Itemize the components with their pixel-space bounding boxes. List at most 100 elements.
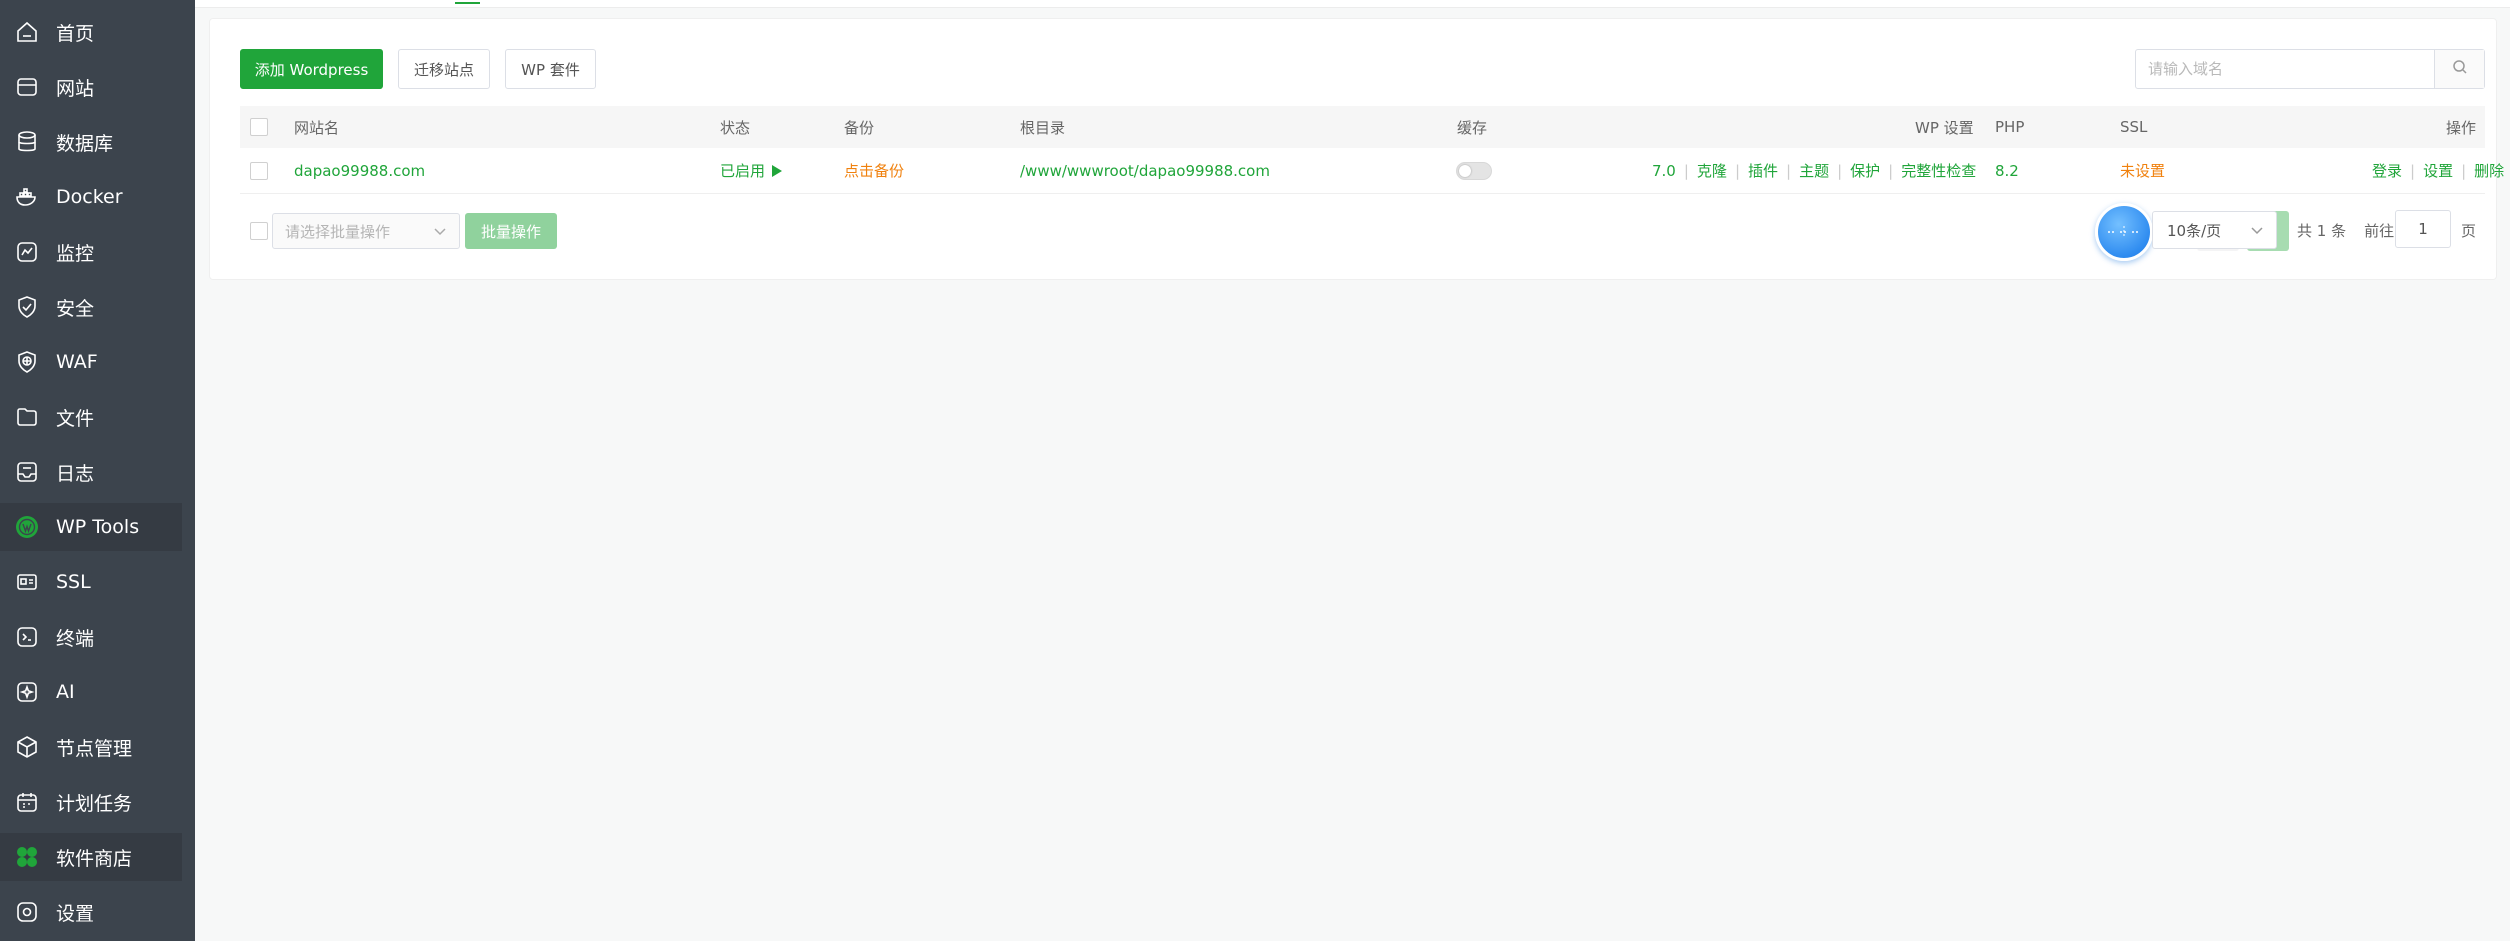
- batch-operation-button[interactable]: 批量操作: [465, 213, 557, 249]
- header-ssl[interactable]: SSL: [2120, 106, 2147, 148]
- play-icon: [771, 164, 783, 178]
- ssl-status-link[interactable]: 未设置: [2120, 148, 2165, 193]
- protect-link[interactable]: 保护: [1850, 160, 1880, 181]
- wordpress-icon: [14, 514, 40, 540]
- goto-label: 前往: [2364, 221, 2395, 240]
- cache-toggle[interactable]: [1456, 161, 1492, 180]
- sidebar-item-docker[interactable]: Docker: [0, 173, 182, 221]
- sidebar-item-nodes[interactable]: 节点管理: [0, 723, 182, 771]
- settings-link[interactable]: 设置: [2423, 160, 2453, 181]
- sidebar-item-website[interactable]: 网站: [0, 63, 182, 111]
- header-wp-settings: WP 设置: [1915, 118, 1974, 137]
- search-icon: [2452, 59, 2468, 80]
- sidebar-item-security[interactable]: 安全: [0, 283, 182, 331]
- sidebar-item-ssl[interactable]: SSL: [0, 558, 182, 606]
- sidebar-item-app-store[interactable]: 软件商店: [0, 833, 182, 881]
- sidebar: 首页 网站 数据库 Docker 监控 安全 WAF 文件 日志 WP Tool…: [0, 0, 195, 941]
- sidebar-item-label: 设置: [56, 902, 95, 925]
- floating-assistant-icon[interactable]: [2095, 203, 2153, 261]
- page-size-select[interactable]: 10条/页: [2152, 211, 2277, 249]
- sidebar-item-cron[interactable]: 计划任务: [0, 778, 182, 826]
- waf-icon: [14, 349, 40, 375]
- themes-link[interactable]: 主题: [1799, 160, 1829, 181]
- sidebar-item-label: Docker: [56, 186, 123, 208]
- header-site-name[interactable]: 网站名: [294, 106, 339, 148]
- active-tab-indicator: [455, 2, 480, 4]
- sidebar-item-label: WP Tools: [56, 516, 140, 538]
- sidebar-item-ai[interactable]: AI: [0, 668, 182, 716]
- sidebar-item-terminal[interactable]: 终端: [0, 613, 182, 661]
- chevron-down-icon: [2250, 223, 2264, 241]
- login-link[interactable]: 登录: [2372, 160, 2402, 181]
- header-cache: 缓存: [1457, 118, 1488, 137]
- footer-select-all-checkbox[interactable]: [250, 222, 268, 240]
- batch-select-placeholder: 请选择批量操作: [285, 222, 391, 241]
- plugins-link[interactable]: 插件: [1748, 160, 1778, 181]
- sidebar-item-label: AI: [56, 681, 75, 703]
- total-count-label: 共 1 条: [2297, 221, 2347, 240]
- row-checkbox[interactable]: [250, 161, 268, 180]
- sidebar-item-label: 安全: [56, 297, 95, 320]
- sidebar-item-label: 文件: [56, 407, 95, 430]
- sidebar-item-waf[interactable]: WAF: [0, 338, 182, 386]
- select-all-checkbox[interactable]: [250, 118, 268, 136]
- page-unit-label: 页: [2461, 221, 2477, 240]
- sidebar-item-label: 计划任务: [56, 792, 133, 815]
- table-row: dapao99988.com 已启用 点击备份 /www/wwwroot/dap…: [240, 148, 2504, 194]
- folder-icon: [14, 404, 40, 430]
- php-version-link[interactable]: 8.2: [1995, 148, 2019, 193]
- sidebar-item-home[interactable]: 首页: [0, 8, 182, 56]
- globe-icon: [14, 74, 40, 100]
- header-php[interactable]: PHP: [1995, 106, 2024, 148]
- log-icon: [14, 459, 40, 485]
- row-actions: 登录 | 设置 | 删除: [2372, 160, 2505, 181]
- calendar-icon: [14, 789, 40, 815]
- search-button[interactable]: [2434, 50, 2484, 88]
- terminal-icon: [14, 624, 40, 650]
- sidebar-item-files[interactable]: 文件: [0, 393, 182, 441]
- wp-suite-button[interactable]: WP 套件: [505, 49, 596, 89]
- database-icon: [14, 129, 40, 155]
- status-toggle[interactable]: 已启用: [720, 148, 783, 193]
- delete-link[interactable]: 删除: [2474, 160, 2504, 181]
- integrity-check-link[interactable]: 完整性检查: [1901, 160, 1976, 181]
- sidebar-item-settings[interactable]: 设置: [0, 888, 182, 936]
- ai-icon: [14, 679, 40, 705]
- tab-strip: [195, 0, 2510, 8]
- goto-page-input[interactable]: [2395, 210, 2451, 248]
- wp-version-link[interactable]: 7.0: [1652, 162, 1676, 180]
- sidebar-item-label: SSL: [56, 571, 91, 593]
- sidebar-item-label: 首页: [56, 22, 95, 45]
- status-label: 已启用: [720, 162, 766, 180]
- clone-link[interactable]: 克隆: [1697, 160, 1727, 181]
- sidebar-item-monitor[interactable]: 监控: [0, 228, 182, 276]
- wp-settings-links: 7.0 | 克隆 | 插件 | 主题 | 保护 | 完整性检查: [1652, 160, 1977, 181]
- total-count: 共 1 条 前往: [2297, 211, 2394, 249]
- sidebar-item-wp-tools[interactable]: WP Tools: [0, 503, 182, 551]
- node-icon: [14, 734, 40, 760]
- page-size-label: 10条/页: [2167, 221, 2222, 240]
- add-wordpress-button[interactable]: 添加 Wordpress: [240, 49, 383, 89]
- sidebar-item-label: WAF: [56, 351, 98, 373]
- backup-link[interactable]: 点击备份: [844, 148, 904, 193]
- sidebar-item-label: 日志: [56, 462, 95, 485]
- sidebar-item-logs[interactable]: 日志: [0, 448, 182, 496]
- header-root: 根目录: [1020, 118, 1066, 137]
- shield-icon: [14, 294, 40, 320]
- sidebar-item-label: 终端: [56, 627, 95, 650]
- settings-icon: [14, 899, 40, 925]
- sidebar-item-label: 网站: [56, 77, 95, 100]
- migrate-site-button[interactable]: 迁移站点: [398, 49, 490, 89]
- app-store-icon: [14, 844, 40, 870]
- sidebar-item-database[interactable]: 数据库: [0, 118, 182, 166]
- domain-search-box: [2135, 49, 2485, 89]
- domain-search-input[interactable]: [2136, 50, 2434, 88]
- header-actions: 操作: [2446, 118, 2477, 137]
- sidebar-item-label: 数据库: [56, 132, 114, 155]
- header-status[interactable]: 状态: [720, 106, 750, 148]
- root-path-link[interactable]: /www/wwwroot/dapao99988.com: [1020, 148, 1270, 193]
- site-name-link[interactable]: dapao99988.com: [294, 148, 425, 193]
- batch-operation-select[interactable]: 请选择批量操作: [272, 213, 460, 249]
- ssl-icon: [14, 569, 40, 595]
- docker-icon: [14, 184, 40, 210]
